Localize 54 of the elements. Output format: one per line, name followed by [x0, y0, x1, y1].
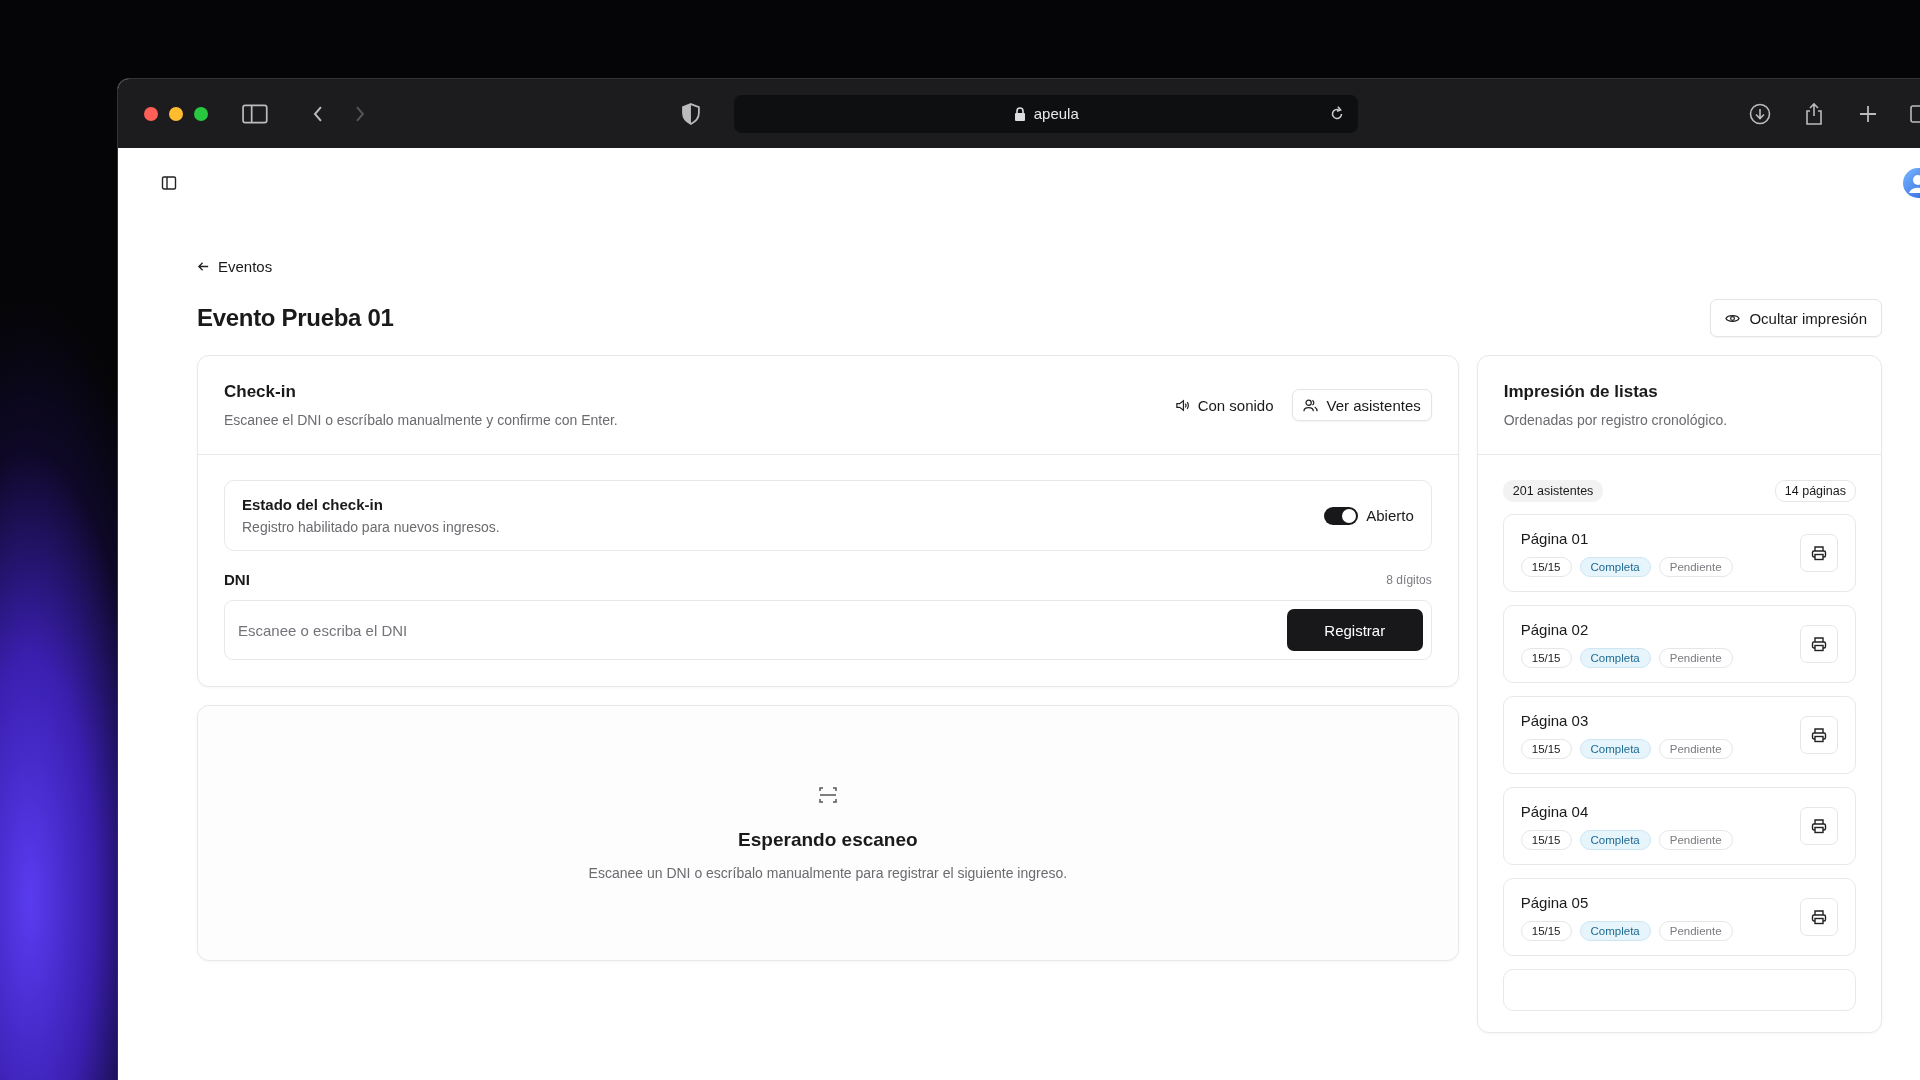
speaker-icon — [1174, 397, 1190, 413]
print-button[interactable] — [1800, 898, 1838, 936]
back-link[interactable]: Eventos — [197, 258, 273, 275]
page-title: Evento Prueba 01 — [197, 304, 394, 332]
sound-button[interactable]: Con sonido — [1174, 396, 1274, 414]
download-icon[interactable] — [1748, 101, 1772, 126]
register-button[interactable]: Registrar — [1286, 609, 1423, 651]
status-badge: Completa — [1579, 556, 1651, 577]
shield-icon[interactable] — [680, 102, 701, 125]
attendees-button[interactable]: Ver asistentes — [1291, 389, 1432, 421]
scan-text: Escanee un DNI o escríbalo manualmente para registrar el siguiente ingreso. — [588, 865, 1068, 881]
print-button[interactable] — [1800, 716, 1838, 754]
sidebar-toggle-icon[interactable] — [161, 175, 177, 191]
printer-icon — [1811, 636, 1827, 652]
panel-title: Impresión de listas — [1503, 382, 1659, 402]
panel-subtitle: Ordenadas por registro cronológico. — [1503, 412, 1728, 428]
attendee-count: 201 asistentes — [1502, 480, 1604, 502]
status-switch[interactable] — [1324, 506, 1359, 525]
scan-title: Esperando escaneo — [738, 829, 918, 851]
minimize-icon[interactable] — [169, 106, 183, 121]
lock-icon — [1013, 106, 1026, 121]
close-icon[interactable] — [144, 106, 158, 121]
print-button[interactable] — [1800, 807, 1838, 845]
url-text: apeula — [1033, 105, 1079, 122]
address-bar[interactable]: apeula — [734, 94, 1358, 133]
arrow-left-icon — [197, 260, 210, 273]
dni-input-field[interactable]: Escanee o escriba el DNI Registrar — [224, 600, 1432, 660]
field-label: DNI — [224, 571, 250, 588]
page-name: Página 05 — [1520, 893, 1590, 911]
print-button[interactable] — [1800, 625, 1838, 663]
page-name: Página 01 — [1520, 529, 1590, 547]
page-name: Página 04 — [1520, 802, 1590, 820]
page-name: Página 03 — [1520, 711, 1590, 729]
card-subtitle: Escanee el DNI o escríbalo manualmente y confirme con Enter. — [224, 412, 618, 428]
users-icon — [1302, 397, 1318, 413]
status-badge: Completa — [1579, 920, 1651, 941]
printer-icon — [1811, 545, 1827, 561]
status-badge: Completa — [1579, 738, 1651, 759]
card-title: Check-in — [224, 382, 297, 402]
status-badge: Completa — [1579, 647, 1651, 668]
maximize-icon[interactable] — [194, 106, 208, 121]
print-button[interactable] — [1800, 534, 1838, 572]
hide-print-button[interactable]: Ocultar impresión — [1710, 299, 1882, 337]
printer-icon — [1811, 727, 1827, 743]
switch-label: Abierto — [1366, 507, 1414, 524]
status-badge: Completa — [1579, 829, 1651, 850]
scan-icon — [817, 785, 838, 805]
field-hint: 8 dígitos — [1386, 572, 1432, 587]
page-count: 14 páginas — [1774, 480, 1856, 502]
status-subtitle: Registro habilitado para nuevos ingresos. — [242, 519, 500, 535]
printer-icon — [1811, 818, 1827, 834]
page-name: Página 02 — [1520, 620, 1590, 638]
printer-icon — [1811, 909, 1827, 925]
status-title: Estado del check-in — [242, 496, 384, 513]
